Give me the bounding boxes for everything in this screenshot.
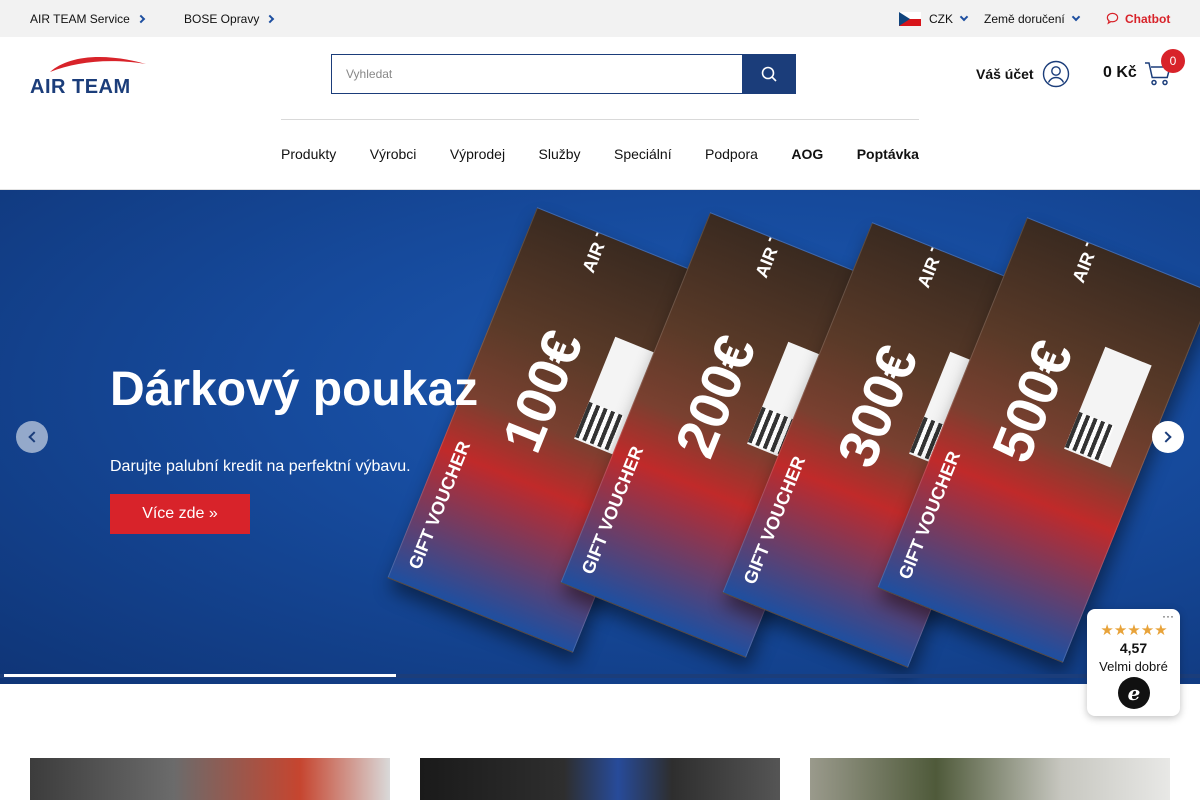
air-team-logo[interactable]: AIR TEAM [30,52,152,98]
nav-item-vyprodej[interactable]: Výprodej [450,146,505,162]
nav-item-poptavka[interactable]: Poptávka [857,146,919,162]
top-bar: AIR TEAM Service BOSE Opravy CZK Země do… [0,0,1200,37]
nav-item-produkty[interactable]: Produkty [281,146,336,162]
category-tile[interactable] [30,758,390,800]
country-label[interactable]: Země doručení [984,12,1065,26]
chevron-down-icon [1071,12,1080,21]
country-selector[interactable]: Země doručení [984,0,1080,37]
slider-progress-bar [0,674,1200,678]
category-tile[interactable] [810,758,1170,800]
rating-stars-icon: ★★★★★ [1100,622,1168,639]
bose-opravy-link[interactable]: BOSE Opravy [184,0,275,37]
logo-swoosh-icon [50,57,146,72]
chevron-left-icon [28,431,40,443]
search-button[interactable] [742,55,795,93]
voucher-brand: AIR TEAM [913,222,965,291]
nav-item-sluzby[interactable]: Služby [539,146,581,162]
user-icon [1042,60,1069,88]
nav-item-vyrobci[interactable]: Výrobci [370,146,417,162]
hero-slider: AIR TEAM 100€ GIFT VOUCHER AIR TEAM 200€… [0,190,1200,684]
voucher-brand: AIR TEAM [1068,217,1120,286]
chatbot-label[interactable]: Chatbot [1125,12,1170,26]
hero-cta-button[interactable]: Více zde » [110,494,250,534]
chatbot-link[interactable]: Chatbot [1106,0,1170,37]
voucher-brand: AIR TEAM [751,212,803,281]
chevron-right-icon [136,14,146,23]
nav-item-specialni[interactable]: Speciální [614,146,672,162]
cart-total[interactable]: 0 Kč [1103,64,1137,82]
currency-label[interactable]: CZK [929,12,953,26]
nav-divider [281,119,919,120]
logo-text: AIR TEAM [30,76,131,98]
category-tile[interactable] [420,758,780,800]
hero-title: Dárkový poukaz [110,363,479,416]
voucher-tag: GIFT VOUCHER [404,438,475,572]
nav-item-aog[interactable]: AOG [791,146,823,162]
slider-prev-button[interactable] [16,421,48,453]
rating-quality: Velmi dobré [1099,659,1168,674]
chevron-right-icon [1160,431,1172,443]
account-label[interactable]: Váš účet [976,66,1034,82]
hero-subtitle: Darujte palubní kredit na perfektní výba… [110,458,411,475]
main-nav: Produkty Výrobci Výprodej Služby Speciál… [281,138,919,170]
cart-count-badge: 0 [1161,49,1185,73]
air-team-service-link[interactable]: AIR TEAM Service [30,0,146,37]
trusted-shops-e-icon: e [1118,677,1150,709]
chat-bubble-icon [1106,12,1119,25]
chevron-down-icon [959,12,969,21]
account-link[interactable]: Váš účet [976,60,1070,88]
search-icon [761,66,777,82]
search-bar [331,54,796,94]
trusted-shops-rating-widget[interactable]: ··· ★★★★★ 4,57 Velmi dobré e [1087,609,1180,716]
voucher-brand: AIR TEAM [578,207,630,276]
search-input[interactable] [332,55,742,93]
bose-opravy-label[interactable]: BOSE Opravy [184,12,259,26]
currency-selector[interactable]: CZK [899,0,969,37]
czech-flag-icon [899,11,921,26]
air-team-service-label[interactable]: AIR TEAM Service [30,12,130,26]
rating-score: 4,57 [1119,640,1148,656]
slider-progress-fill [4,674,396,677]
chevron-right-icon [266,14,275,23]
slider-next-button[interactable] [1152,421,1184,453]
nav-item-podpora[interactable]: Podpora [705,146,758,162]
